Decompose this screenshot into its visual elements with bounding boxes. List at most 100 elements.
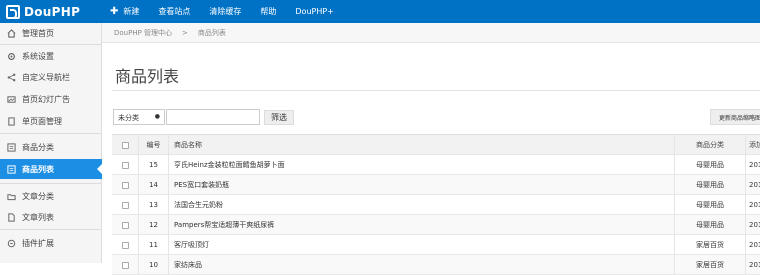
- update-thumbnails-button[interactable]: 更新商品缩略图: [710, 109, 760, 125]
- header-id[interactable]: 编号: [139, 135, 169, 155]
- divider: [0, 44, 101, 45]
- cell-id: 14: [139, 175, 169, 195]
- cell-id: 13: [139, 195, 169, 215]
- sidebar-item-label: 文章分类: [22, 191, 54, 201]
- new-label: 新建: [123, 7, 140, 16]
- cell-name[interactable]: PES宽口套装奶瓶: [169, 175, 675, 195]
- product-table: 编号 商品名称 商品分类 添加 15 亨氏Heinz金装粒粒面鳕鱼胡萝卜面 母婴…: [112, 134, 760, 275]
- sidebar-item-system-settings[interactable]: 系统设置: [0, 46, 102, 66]
- cell-date: 2013: [749, 201, 760, 209]
- divider: [112, 90, 760, 91]
- sidebar-item-label: 单页面管理: [22, 116, 62, 126]
- row-checkbox[interactable]: [121, 221, 129, 229]
- sidebar-item-label: 商品分类: [22, 142, 54, 152]
- gear-icon: [7, 52, 16, 61]
- cell-category[interactable]: 母婴用品: [675, 155, 746, 175]
- caret-down-icon: ●: [154, 113, 160, 120]
- new-button[interactable]: ✚ 新建: [110, 6, 139, 17]
- cell-category[interactable]: 母婴用品: [675, 215, 746, 235]
- cell-date: 2013: [749, 181, 760, 189]
- row-check-cell: [112, 175, 139, 195]
- sidebar-item-plugins[interactable]: 插件扩展: [0, 233, 102, 253]
- row-check-cell: [112, 235, 139, 255]
- cell-date: 2013: [749, 221, 760, 229]
- sidebar-item-product-category[interactable]: 商品分类: [0, 137, 102, 157]
- sidebar-item-slideshow[interactable]: 首页幻灯广告: [0, 89, 102, 109]
- row-checkbox[interactable]: [121, 241, 129, 249]
- nav-clear-cache[interactable]: 清除缓存: [209, 6, 241, 17]
- top-bar: DouPHP ✚ 新建 查看站点 清除缓存 帮助 DouPHP+: [0, 0, 760, 23]
- header-name: 商品名称: [169, 135, 675, 155]
- breadcrumb-current: 商品列表: [197, 28, 226, 37]
- document-icon: [7, 212, 16, 222]
- filter-button[interactable]: 筛选: [264, 110, 294, 125]
- sidebar-item-custom-nav[interactable]: 自定义导航栏: [0, 67, 102, 87]
- cell-name[interactable]: 家纺床品: [169, 255, 675, 275]
- sidebar-item-label: 文章列表: [22, 212, 54, 222]
- table-row: 13 法国合生元奶粉 母婴用品 2013: [112, 195, 760, 215]
- cell-category[interactable]: 家居百货: [675, 255, 746, 275]
- breadcrumb-root[interactable]: DouPHP 管理中心: [114, 28, 172, 38]
- nav-douphp-plus[interactable]: DouPHP+: [295, 7, 334, 16]
- category-select-value: 未分类: [118, 114, 139, 122]
- logo-icon: [6, 4, 20, 19]
- table-row: 12 Pampers帮宝适超薄干爽纸尿裤 母婴用品 2013: [112, 215, 760, 235]
- header-category: 商品分类: [675, 135, 746, 155]
- table-row: 10 家纺床品 家居百货 2013: [112, 255, 760, 275]
- sidebar-item-home[interactable]: 管理首页: [0, 23, 102, 43]
- list-icon: [7, 164, 16, 174]
- folder-icon: [7, 192, 16, 201]
- table-row: 11 客厅吸顶灯 家居百货 2013: [112, 235, 760, 255]
- row-checkbox[interactable]: [121, 181, 129, 189]
- row-checkbox[interactable]: [121, 161, 129, 169]
- table-row: 15 亨氏Heinz金装粒粒面鳕鱼胡萝卜面 母婴用品 2013: [112, 155, 760, 175]
- sidebar-item-single-page[interactable]: 单页面管理: [0, 111, 102, 131]
- divider: [0, 133, 101, 134]
- breadcrumb-separator: >: [182, 28, 188, 37]
- cell-category[interactable]: 家居百货: [675, 235, 746, 255]
- cell-name[interactable]: 亨氏Heinz金装粒粒面鳕鱼胡萝卜面: [169, 155, 675, 175]
- breadcrumb: DouPHP 管理中心 > 商品列表: [102, 23, 760, 43]
- sidebar-item-label: 自定义导航栏: [22, 72, 70, 82]
- row-checkbox[interactable]: [121, 201, 129, 209]
- divider: [0, 229, 101, 230]
- active-indicator: [97, 164, 102, 174]
- select-all-cell: [112, 135, 139, 155]
- category-select[interactable]: 未分类 ●: [113, 109, 165, 125]
- row-check-cell: [112, 195, 139, 215]
- plus-icon: ✚: [110, 6, 119, 17]
- search-input[interactable]: [166, 109, 260, 125]
- sidebar: 管理首页 系统设置 自定义导航栏 首页幻灯广告 单页面管理 商品分类 商品列表 …: [0, 23, 102, 263]
- logo[interactable]: DouPHP: [0, 0, 102, 23]
- select-all-checkbox[interactable]: [121, 141, 129, 149]
- cell-name[interactable]: Pampers帮宝适超薄干爽纸尿裤: [169, 215, 675, 235]
- sidebar-item-article-category[interactable]: 文章分类: [0, 186, 102, 206]
- cell-category[interactable]: 母婴用品: [675, 175, 746, 195]
- table-row: 14 PES宽口套装奶瓶 母婴用品 2013: [112, 175, 760, 195]
- sidebar-item-label: 首页幻灯广告: [22, 94, 70, 104]
- page-icon: [7, 116, 16, 126]
- home-icon: [7, 28, 16, 38]
- plugin-icon: [7, 239, 16, 248]
- nav-help[interactable]: 帮助: [260, 6, 276, 17]
- row-check-cell: [112, 215, 139, 235]
- header-date: 添加: [749, 141, 760, 149]
- nav-view-site[interactable]: 查看站点: [158, 6, 190, 17]
- share-icon: [7, 73, 16, 82]
- sidebar-item-label: 系统设置: [22, 51, 54, 61]
- cell-date: 2013: [749, 161, 760, 169]
- sidebar-item-label: 插件扩展: [22, 238, 54, 248]
- sidebar-item-article-list[interactable]: 文章列表: [0, 207, 102, 227]
- cell-name[interactable]: 客厅吸顶灯: [169, 235, 675, 255]
- sidebar-item-label: 管理首页: [22, 28, 54, 38]
- sidebar-item-product-list[interactable]: 商品列表: [0, 159, 102, 179]
- logo-text: DouPHP: [24, 4, 81, 19]
- category-icon: [7, 142, 16, 152]
- cell-id: 12: [139, 215, 169, 235]
- cell-name[interactable]: 法国合生元奶粉: [169, 195, 675, 215]
- cell-category[interactable]: 母婴用品: [675, 195, 746, 215]
- cell-id: 10: [139, 255, 169, 275]
- cell-date: 2013: [749, 261, 760, 269]
- cell-date: 2013: [749, 241, 760, 249]
- top-nav: ✚ 新建 查看站点 清除缓存 帮助 DouPHP+: [110, 0, 353, 23]
